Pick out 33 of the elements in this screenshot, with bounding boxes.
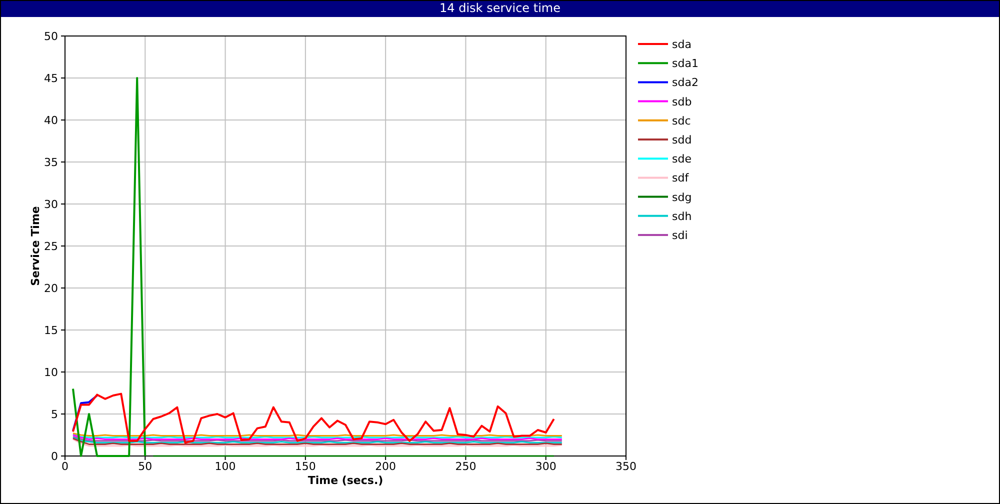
axis-tick-label: 0 <box>51 450 58 463</box>
legend-label: sdf <box>672 172 689 185</box>
legend-label: sdh <box>672 210 692 223</box>
axis-tick-label: 50 <box>138 460 152 473</box>
legend-label: sdg <box>672 190 692 204</box>
legend-label: sdb <box>672 95 692 108</box>
axis-tick-label: 35 <box>44 156 58 169</box>
axis-tick-label: 100 <box>214 460 236 473</box>
legend-label: sda2 <box>672 76 698 90</box>
axis-tick-label: 0 <box>62 460 68 473</box>
axis-tick-label: 10 <box>44 366 58 379</box>
axis-tick-label: 300 <box>535 460 556 473</box>
axis-tick-label: 350 <box>616 460 636 473</box>
axis-tick-label: 30 <box>44 198 58 211</box>
axis-tick-label: 250 <box>455 460 476 473</box>
axis-tick-label: 5 <box>51 408 58 421</box>
legend-label: sda <box>672 38 692 51</box>
axis-tick-label: 20 <box>44 282 58 295</box>
axis-tick-label: 150 <box>294 460 316 473</box>
axis-tick-label: 25 <box>44 240 58 253</box>
axis-tick-label: 40 <box>44 114 58 127</box>
legend-label: sdd <box>672 134 692 146</box>
chart-title: 14 disk service time <box>1 1 999 17</box>
legend-label: sdi <box>672 229 688 242</box>
x-axis-title: Time (secs.) <box>308 474 384 487</box>
legend-label: sde <box>672 152 692 166</box>
y-axis-title: Service Time <box>29 206 42 286</box>
axis-tick-label: 15 <box>44 324 58 337</box>
legend-label: sda1 <box>672 57 698 70</box>
axis-tick-label: 200 <box>375 460 396 473</box>
axis-tick-label: 45 <box>44 72 58 85</box>
axis-tick-label: 50 <box>44 30 58 43</box>
legend-label: sdc <box>672 114 691 128</box>
